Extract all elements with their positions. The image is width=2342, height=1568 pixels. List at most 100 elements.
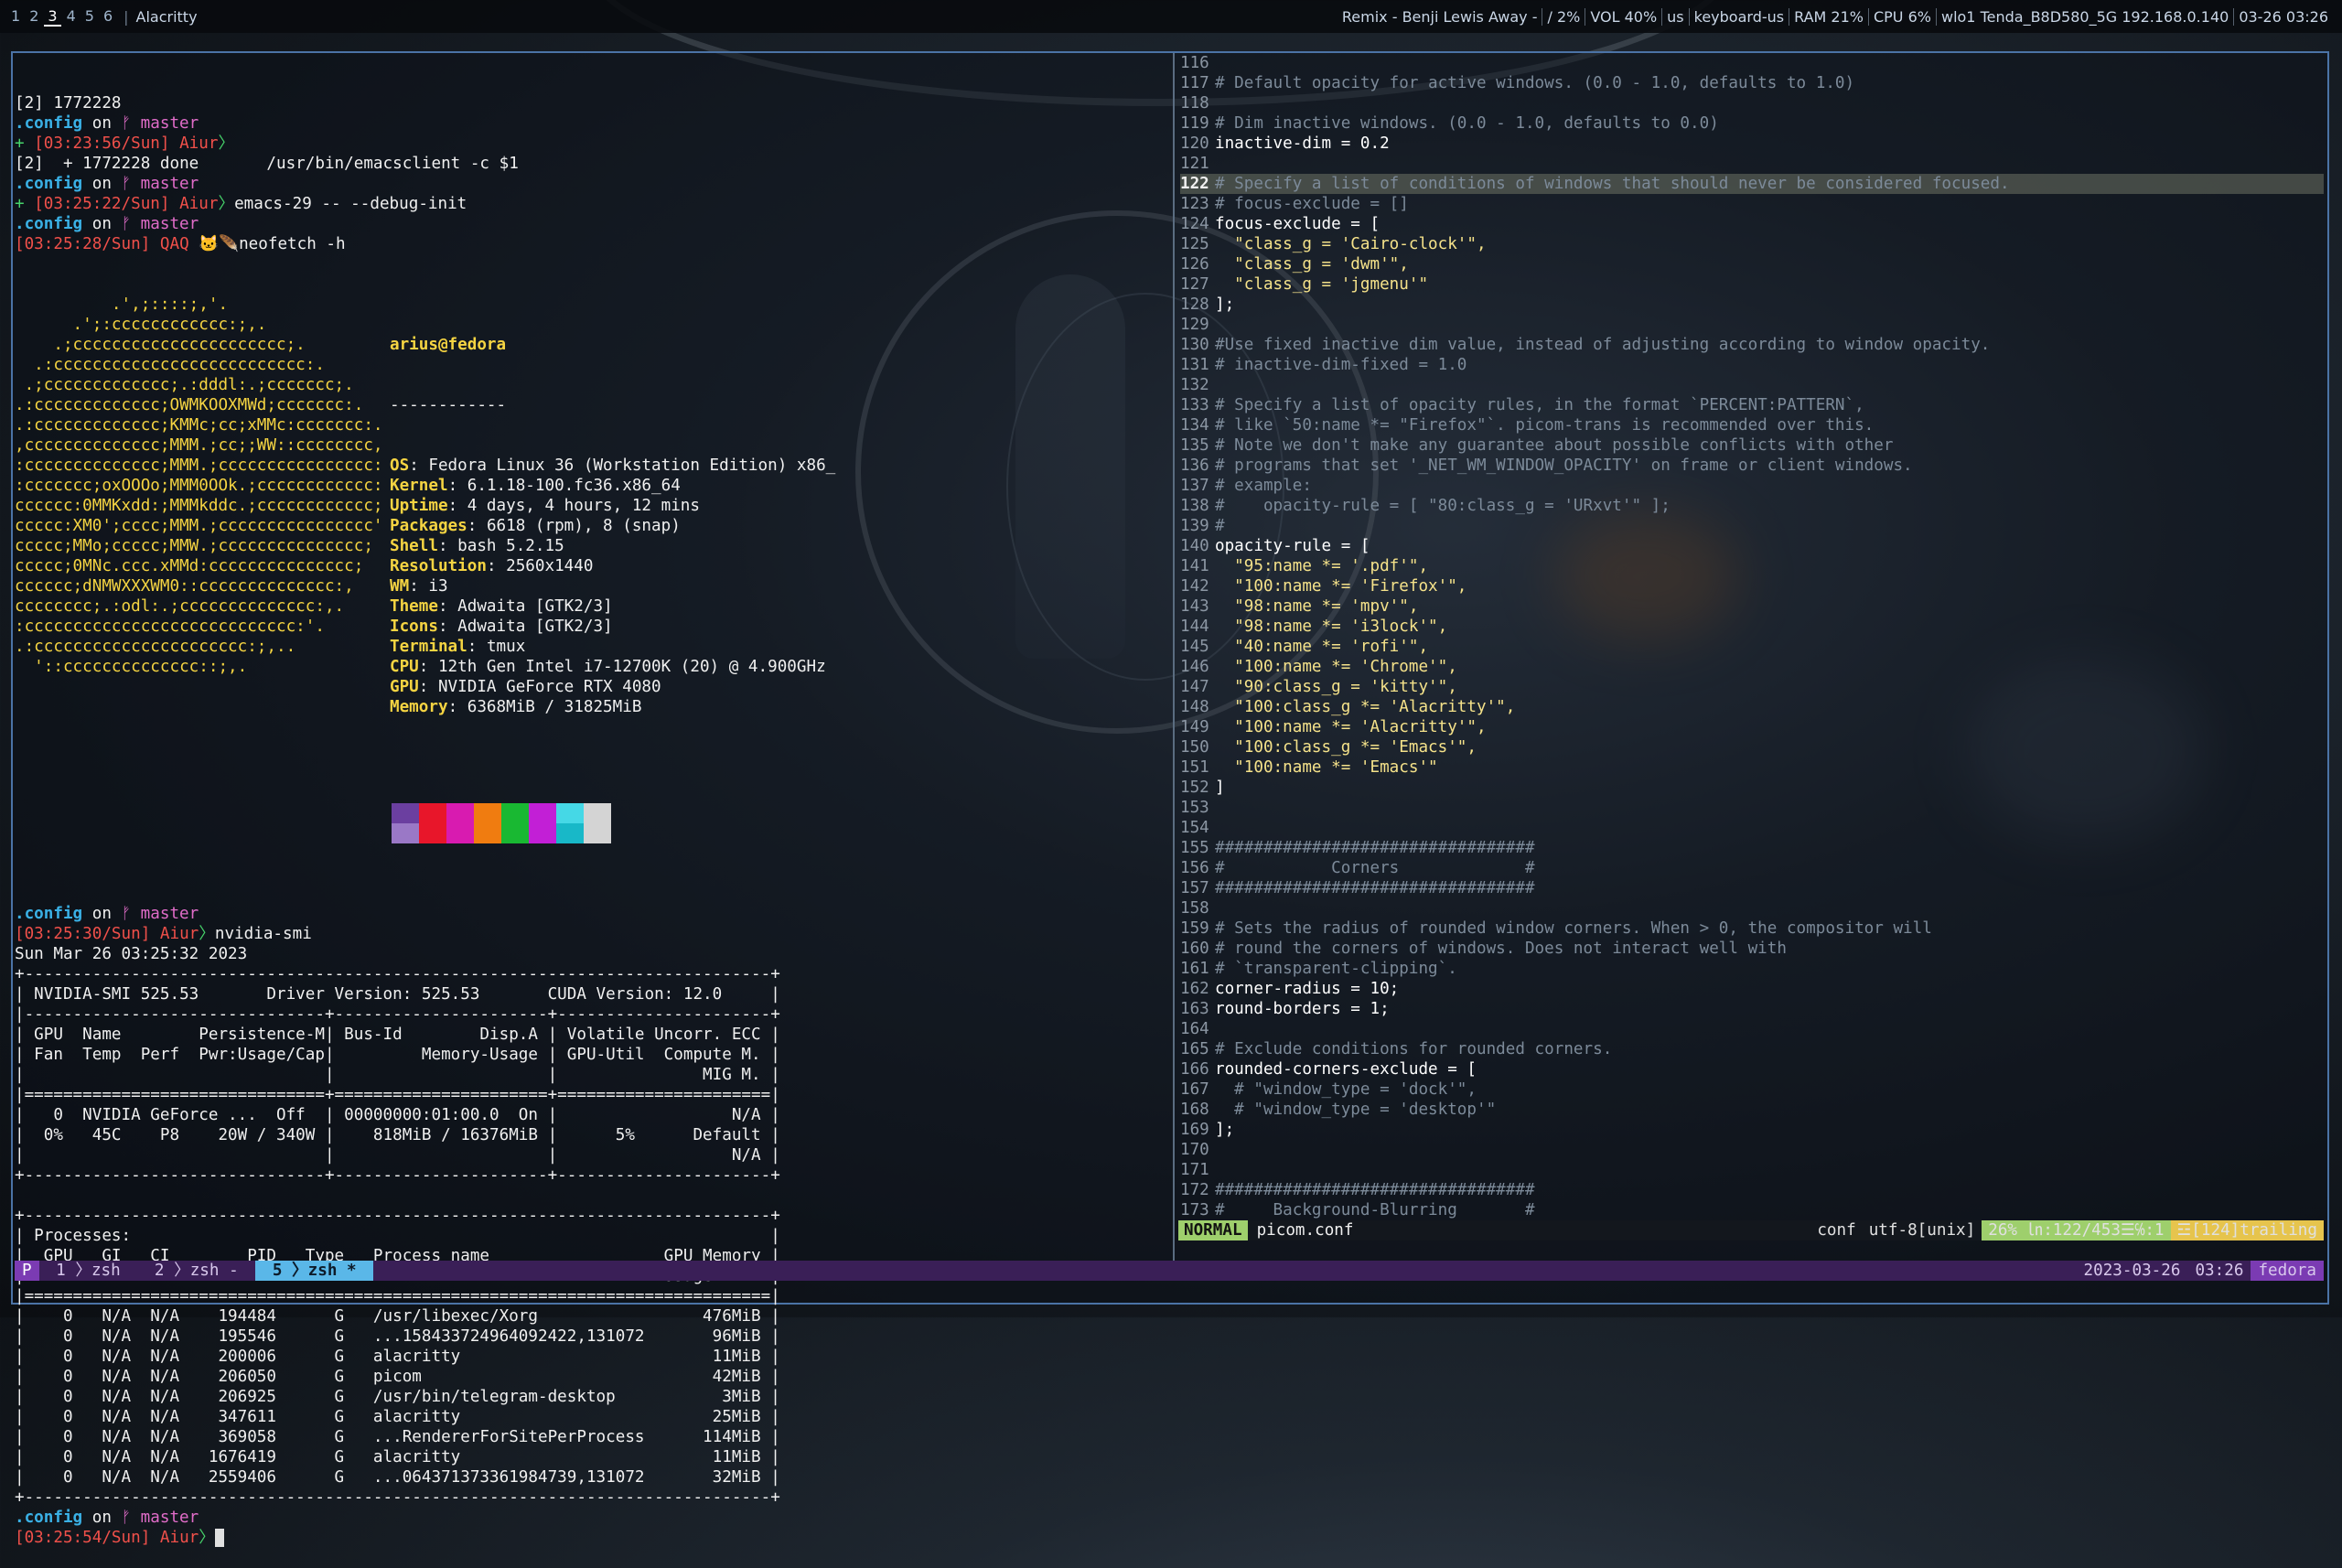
code-text: # programs that set '_NET_WM_WINDOW_OPAC… bbox=[1215, 456, 1913, 475]
line-number: 147 bbox=[1180, 678, 1209, 696]
neofetch-key: Packages bbox=[390, 517, 467, 535]
terminal-text: [03:25:28/Sun] QAQ 🐱🪶 bbox=[15, 235, 240, 253]
workspace-button[interactable]: 1 bbox=[7, 7, 24, 27]
terminal-text: ᚠ master bbox=[121, 114, 199, 133]
code-text: focus-exclude = [ bbox=[1215, 215, 1380, 233]
logo-line: cccccc;dNMWXXXWM0::cccccccccccccc:, bbox=[15, 577, 354, 596]
terminal-text: | | | N/A | bbox=[15, 1146, 780, 1165]
workspace-button[interactable]: 5 bbox=[81, 7, 98, 27]
code-line: 169]; bbox=[1180, 1120, 2324, 1140]
terminal-text: [03:23:56/Sun] Aiur bbox=[34, 134, 219, 153]
line-number: 155 bbox=[1180, 839, 1209, 857]
terminal-text: 〉 bbox=[218, 195, 235, 213]
workspace-button[interactable]: 4 bbox=[63, 7, 80, 27]
status-item: wlo1 Tenda_B8D580_5G 192.168.0.140 bbox=[1935, 7, 2233, 26]
neofetch-colon: : bbox=[447, 497, 467, 515]
line-number: 119 bbox=[1180, 114, 1209, 133]
top-status-bar: 123456 | Alacritty Remix - Benji Lewis A… bbox=[0, 0, 2342, 33]
workspace-button[interactable]: 2 bbox=[26, 7, 42, 27]
code-line: 147 "90:class_g = 'kitty'", bbox=[1180, 677, 2324, 697]
line-number: 130 bbox=[1180, 336, 1209, 354]
code-text: ################################# bbox=[1215, 1181, 1535, 1199]
line-number: 156 bbox=[1180, 859, 1209, 877]
logo-line: .:cccccccccccccccccccccc:;,.. bbox=[15, 638, 296, 656]
neofetch-value: i3 bbox=[428, 577, 448, 596]
line-number: 134 bbox=[1180, 416, 1209, 435]
tmux-window-tab[interactable]: 2 〉zsh - bbox=[137, 1261, 255, 1281]
code-line: 162 corner-radius = 10; bbox=[1180, 979, 2324, 999]
terminal-line: .config on ᚠ master bbox=[15, 1508, 1169, 1528]
terminal-line: .config on ᚠ master bbox=[15, 174, 1169, 194]
terminal-text: ᚠ master bbox=[121, 175, 199, 193]
terminal-text: | 0 N/A N/A 1676419 G alacritty 11MiB | bbox=[15, 1448, 780, 1466]
code-text: # Corners # bbox=[1215, 859, 1535, 877]
code-line: 170 bbox=[1180, 1140, 2324, 1160]
code-line: 121 bbox=[1180, 154, 2324, 174]
logo-line: .:cccccccccccccccccccccccccc:. bbox=[15, 356, 325, 374]
pane-divider[interactable] bbox=[1173, 53, 1175, 1261]
workspace-button[interactable]: 6 bbox=[100, 7, 116, 27]
line-number: 160 bbox=[1180, 940, 1209, 958]
line-number: 149 bbox=[1180, 718, 1209, 736]
tmux-time: 03:26 bbox=[2195, 1262, 2244, 1280]
terminal-line: | 0 N/A N/A 206050 G picom 42MiB | bbox=[15, 1367, 1169, 1387]
terminal-line: | 0 NVIDIA GeForce ... Off | 00000000:01… bbox=[15, 1105, 1169, 1125]
neofetch-key: Resolution bbox=[390, 557, 487, 575]
terminal-text: |-------------------------------+-------… bbox=[15, 1005, 780, 1024]
neofetch-value: 6618 (rpm), 8 (snap) bbox=[486, 517, 681, 535]
tmux-session[interactable]: P bbox=[15, 1261, 39, 1281]
code-text: ] bbox=[1215, 779, 1225, 797]
terminal-text: 〉 bbox=[218, 134, 235, 153]
terminal-text: +---------------------------------------… bbox=[15, 965, 780, 983]
code-line: 142 "100:name *= 'Firefox'", bbox=[1180, 576, 2324, 596]
code-line: 165 # Exclude conditions for rounded corn… bbox=[1180, 1039, 2324, 1059]
code-line: 145 "40:name *= 'rofi'", bbox=[1180, 637, 2324, 657]
terminal-line: Sun Mar 26 03:25:32 2023 bbox=[15, 944, 1169, 964]
code-text: # focus-exclude = [] bbox=[1215, 195, 1409, 213]
vim-mode: NORMAL bbox=[1178, 1220, 1248, 1240]
tmux-window-tab[interactable]: 5 〉zsh * bbox=[255, 1261, 374, 1281]
line-number: 121 bbox=[1180, 155, 1209, 173]
line-number: 129 bbox=[1180, 316, 1209, 334]
neofetch-row: Resolution: 2560x1440 bbox=[390, 556, 1169, 576]
code-line: 160 # round the corners of windows. Does … bbox=[1180, 939, 2324, 959]
neofetch-colon: : bbox=[418, 658, 438, 676]
status-item: Remix - Benji Lewis Away - bbox=[1341, 7, 1538, 26]
code-text: # Exclude conditions for rounded corners… bbox=[1215, 1040, 1613, 1058]
logo-line: cccccc:0MMKxdd:;MMMkddc.;cccccccccccc; bbox=[15, 497, 383, 515]
terminal-line: .config on ᚠ master bbox=[15, 214, 1169, 234]
tmux-window-tab[interactable]: 1 〉zsh bbox=[39, 1261, 138, 1281]
terminal-text: +-------------------------------+-------… bbox=[15, 1166, 780, 1185]
code-text: "90:class_g = 'kitty'", bbox=[1215, 678, 1457, 696]
logo-line: .:ccccccccccccc;OWMKOOXMWd;ccccccc:. bbox=[15, 396, 364, 414]
code-text: "class_g = 'Cairo-clock'", bbox=[1215, 235, 1487, 253]
line-number: 158 bbox=[1180, 899, 1209, 918]
neofetch-output: .',;::::;,'. .';:cccccccccccc:;,. .;cccc… bbox=[15, 295, 1169, 757]
vim-editor-pane[interactable]: 116 117 # Default opacity for active windo… bbox=[1180, 53, 2324, 1224]
terminal-line: [2] 1772228 bbox=[15, 93, 1169, 113]
vim-filetype: conf bbox=[1817, 1221, 1856, 1240]
logo-line: .:ccccccccccccc;KMMc;cc;xMMc:ccccccc:. bbox=[15, 416, 383, 435]
color-swatch bbox=[584, 803, 611, 843]
shell-output: .config on ᚠ master [03:25:30/Sun] Aiur〉n… bbox=[15, 884, 1169, 1548]
code-line: 116 bbox=[1180, 53, 2324, 73]
line-number: 167 bbox=[1180, 1080, 1209, 1099]
color-swatch bbox=[501, 803, 529, 843]
status-item: us bbox=[1661, 7, 1688, 26]
terminal-line: +---------------------------------------… bbox=[15, 1206, 1169, 1226]
neofetch-row: Shell: bash 5.2.15 bbox=[390, 536, 1169, 556]
code-line: 151 "100:name *= 'Emacs'" bbox=[1180, 757, 2324, 778]
workspace-button[interactable]: 3 bbox=[44, 7, 61, 27]
left-terminal-pane[interactable]: [2] 1772228 .config on ᚠ master + [03:23:5… bbox=[15, 53, 1169, 1547]
neofetch-row: Icons: Adwaita [GTK2/3] bbox=[390, 617, 1169, 637]
neofetch-value: 2560x1440 bbox=[506, 557, 594, 575]
terminal-line: | 0% 45C P8 20W / 340W | 818MiB / 16376M… bbox=[15, 1125, 1169, 1145]
neofetch-key: Uptime bbox=[390, 497, 448, 515]
terminal-text: | 0 N/A N/A 206925 G /usr/bin/telegram-d… bbox=[15, 1388, 780, 1406]
code-text: # `transparent-clipping`. bbox=[1215, 960, 1457, 978]
line-number: 135 bbox=[1180, 436, 1209, 455]
code-text: "98:name *= 'i3lock'", bbox=[1215, 618, 1448, 636]
code-line: 137 # example: bbox=[1180, 476, 2324, 496]
logo-line: .',;::::;,'. bbox=[15, 295, 229, 314]
